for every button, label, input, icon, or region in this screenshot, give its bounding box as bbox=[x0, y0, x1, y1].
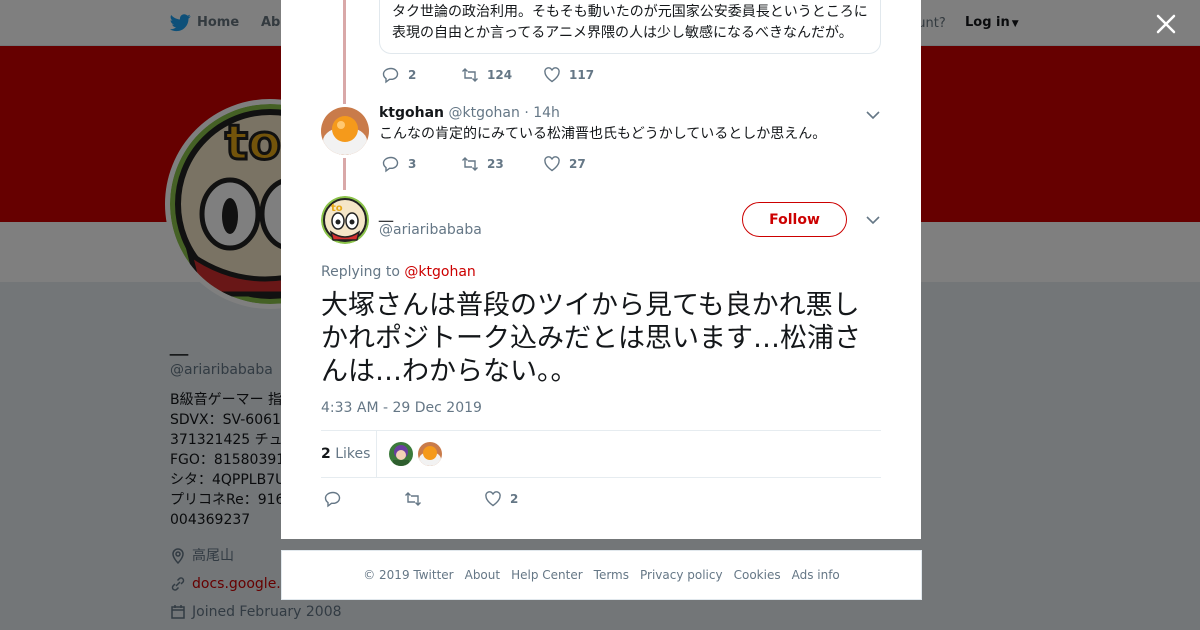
main-tweet-text: 大塚さんは普段のツイから見ても良かれ悪しかれポジトーク込みだとは思います…松浦さ… bbox=[321, 290, 861, 387]
likes-stat-count: 2 bbox=[321, 446, 331, 462]
retweet-action[interactable]: 23 bbox=[461, 155, 543, 173]
like-count: 27 bbox=[569, 157, 586, 171]
reply-icon bbox=[324, 491, 341, 508]
likes-stat-label: Likes bbox=[335, 446, 371, 462]
main-tweet-actions: 2 bbox=[324, 490, 518, 508]
retweet-action[interactable] bbox=[404, 490, 484, 508]
retweet-icon bbox=[462, 157, 478, 171]
main-tweet-timestamp[interactable]: 4:33 AM - 29 Dec 2019 bbox=[321, 400, 482, 416]
reply-action[interactable] bbox=[324, 490, 404, 508]
avatar-egg-image bbox=[321, 107, 369, 155]
like-action[interactable]: 27 bbox=[543, 155, 586, 173]
chevron-down-icon[interactable] bbox=[866, 110, 880, 120]
reply-action[interactable]: 2 bbox=[382, 66, 461, 84]
reply-tweet-header: ktgohan @ktgohan · 14h bbox=[379, 105, 560, 121]
heart-icon bbox=[544, 67, 560, 83]
footer-link-cookies[interactable]: Cookies bbox=[734, 568, 781, 582]
footer-copyright: © 2019 Twitter bbox=[363, 568, 454, 582]
stats-divider bbox=[376, 431, 377, 477]
avatar-cartoon-image: to bbox=[321, 196, 369, 244]
reply-icon bbox=[382, 67, 399, 84]
heart-icon bbox=[485, 491, 501, 507]
quoted-tweet-text: タク世論の政治利用。そもそも動いたのが元国家公安委員長というところに表現の自由と… bbox=[392, 4, 868, 41]
close-icon[interactable] bbox=[1155, 13, 1177, 35]
reply-count: 3 bbox=[408, 157, 417, 171]
reply-timestamp[interactable]: · 14h bbox=[524, 105, 560, 121]
reply-icon bbox=[382, 156, 399, 173]
main-author-handle[interactable]: @ariaribababa bbox=[379, 222, 482, 238]
retweet-count: 23 bbox=[487, 157, 504, 171]
thread-connector-line bbox=[343, 0, 346, 104]
retweet-action[interactable]: 124 bbox=[461, 66, 543, 84]
reply-author-name[interactable]: ktgohan bbox=[379, 105, 444, 121]
reply-author-handle[interactable]: @ktgohan bbox=[448, 105, 519, 121]
svg-text:to: to bbox=[331, 203, 343, 214]
reply-tweet-actions: 3 23 27 bbox=[382, 155, 586, 173]
footer-link-help-center[interactable]: Help Center bbox=[511, 568, 583, 582]
thread-connector-line bbox=[343, 158, 346, 190]
like-count: 2 bbox=[510, 492, 519, 506]
avatar-egg-image bbox=[418, 442, 442, 466]
like-action[interactable]: 2 bbox=[484, 490, 518, 508]
liker-avatar[interactable] bbox=[418, 442, 442, 466]
tweet-stats: 2 Likes bbox=[321, 430, 881, 478]
main-author-avatar[interactable]: to bbox=[321, 196, 369, 244]
retweet-icon bbox=[405, 492, 421, 506]
heart-icon bbox=[544, 156, 560, 172]
like-action[interactable]: 117 bbox=[543, 66, 594, 84]
chevron-down-icon[interactable] bbox=[866, 215, 880, 225]
replying-to: Replying to @ktgohan bbox=[321, 264, 476, 280]
footer-link-about[interactable]: About bbox=[465, 568, 500, 582]
like-count: 117 bbox=[569, 68, 595, 82]
footer-link-ads-info[interactable]: Ads info bbox=[792, 568, 840, 582]
retweet-icon bbox=[462, 68, 478, 82]
liker-avatar[interactable] bbox=[389, 442, 413, 466]
likes-stat[interactable]: 2 Likes bbox=[321, 446, 370, 462]
quoted-tweet-actions: 2 124 117 bbox=[382, 66, 594, 84]
reply-action[interactable]: 3 bbox=[382, 155, 461, 173]
modal-footer: © 2019 Twitter About Help Center Terms P… bbox=[281, 550, 922, 600]
reply-count: 2 bbox=[408, 68, 417, 82]
reply-tweet-text: こんなの肯定的にみている松浦晋也氏もどうかしているとしか思えん。 bbox=[379, 126, 827, 142]
footer-link-terms[interactable]: Terms bbox=[594, 568, 629, 582]
tweet-permalink-modal: タク世論の政治利用。そもそも動いたのが元国家公安委員長というところに表現の自由と… bbox=[281, 0, 921, 539]
replying-to-link[interactable]: @ktgohan bbox=[404, 264, 475, 280]
avatar-anime-image bbox=[389, 442, 413, 466]
footer-link-privacy[interactable]: Privacy policy bbox=[640, 568, 723, 582]
replying-to-prefix: Replying to bbox=[321, 264, 405, 280]
retweet-count: 124 bbox=[487, 68, 513, 82]
reply-author-avatar[interactable] bbox=[321, 107, 369, 155]
follow-button[interactable]: Follow bbox=[742, 202, 847, 237]
